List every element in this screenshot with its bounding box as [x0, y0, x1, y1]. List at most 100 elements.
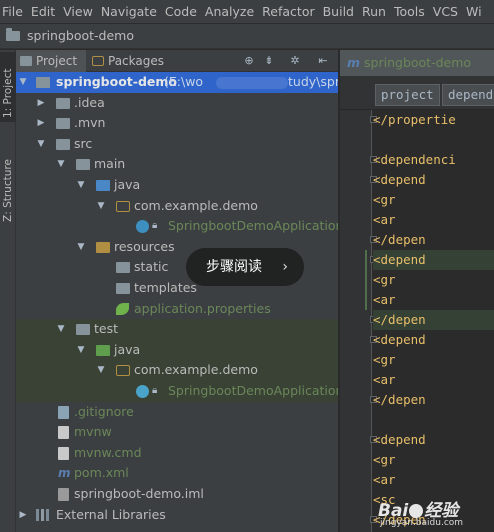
gear-icon[interactable]: ✲	[288, 54, 302, 68]
chevron-right-icon: ›	[282, 259, 288, 275]
chevron-down-icon[interactable]: ▼	[76, 237, 86, 258]
chevron-right-icon[interactable]: ▶	[18, 505, 28, 526]
tree-item-mvn[interactable]: ▶ .mvn	[16, 113, 338, 134]
menu-refactor[interactable]: Refactor	[258, 0, 318, 23]
source-folder-icon	[96, 180, 110, 191]
collapse-all-icon[interactable]: ⇟	[262, 54, 276, 68]
tree-item-label: application.properties	[134, 300, 271, 316]
tree-item-label: src	[74, 135, 93, 151]
tree-item-application-properties[interactable]: application.properties	[16, 299, 338, 320]
menu-tools[interactable]: Tools	[390, 0, 429, 23]
tree-item-external-libraries[interactable]: ▶ External Libraries	[16, 505, 338, 526]
code-line: <ar	[373, 372, 396, 387]
chevron-down-icon[interactable]: ▼	[36, 134, 46, 155]
tree-item-path-tail: tudy\spr	[288, 74, 338, 89]
tab-packages[interactable]: Packages ▼	[88, 50, 172, 90]
folder-icon	[116, 283, 130, 294]
tree-item-mvnw-cmd[interactable]: mvnw.cmd	[16, 443, 338, 464]
xml-crumb-project[interactable]: project	[375, 84, 440, 106]
module-file-icon	[58, 488, 69, 501]
chevron-down-icon[interactable]: ▼	[56, 319, 66, 340]
tree-item-label: pom.xml	[74, 465, 129, 481]
tree-item-main[interactable]: ▼ main	[16, 154, 338, 175]
chevron-down-icon[interactable]: ▼	[96, 360, 106, 381]
tree-item-root[interactable]: ▼ springboot-demo (E:\wo tudy\spr	[16, 72, 338, 93]
menu-code[interactable]: Code	[161, 0, 201, 23]
menu-navigate[interactable]: Navigate	[97, 0, 161, 23]
tree-item-iml[interactable]: springboot-demo.iml	[16, 484, 338, 505]
tree-item-label: springboot-demo.iml	[74, 486, 204, 501]
package-icon	[116, 200, 130, 212]
tool-tab-project[interactable]: 1: Project	[0, 52, 16, 122]
menu-view[interactable]: View	[59, 0, 97, 23]
tree-item-path: (E:\wo	[164, 74, 204, 89]
tree-item-test[interactable]: ▼ test	[16, 319, 338, 340]
tree-item-gitignore[interactable]: .gitignore	[16, 402, 338, 423]
package-icon	[116, 365, 130, 377]
folder-icon	[116, 262, 130, 274]
tree-item-label: java	[114, 177, 141, 192]
tree-item-idea[interactable]: ▶ .idea	[16, 93, 338, 114]
code-line-highlighted: <depend	[373, 250, 494, 270]
tree-item-mvnw[interactable]: mvnw	[16, 422, 338, 443]
menu-analyze[interactable]: Analyze	[201, 0, 258, 23]
editor-tab-pom[interactable]: m springboot-demo	[340, 50, 494, 76]
chevron-right-icon[interactable]: ▶	[36, 93, 46, 114]
menu-run[interactable]: Run	[358, 0, 390, 23]
folder-icon	[76, 324, 90, 336]
editor-area: mspringboot-demo project dependen </prop…	[340, 50, 494, 532]
menu-file[interactable]: File	[0, 0, 27, 23]
tool-tab-structure[interactable]: Z: Structure	[0, 142, 16, 226]
chevron-down-icon[interactable]: ▼	[96, 196, 106, 217]
code-line: </depen	[373, 232, 426, 247]
module-folder-icon	[36, 77, 50, 88]
menu-vcs[interactable]: VCS	[429, 0, 462, 23]
tree-item-java-main[interactable]: ▼ java	[16, 175, 338, 196]
xml-crumb-dependencies[interactable]: dependen	[442, 84, 494, 106]
chevron-down-icon[interactable]: ▼	[18, 72, 28, 93]
folder-icon	[6, 28, 20, 41]
lock-icon: 🔒︎	[152, 385, 158, 396]
code-line: </propertie	[373, 112, 456, 127]
folder-icon	[76, 159, 90, 171]
file-icon	[58, 446, 69, 460]
tree-item-application-class[interactable]: 🔒︎ SpringbootDemoApplication	[16, 216, 338, 237]
code-line: <depend	[373, 172, 426, 187]
menu-build[interactable]: Build	[319, 0, 358, 23]
chevron-down-icon[interactable]: ▼	[56, 154, 66, 175]
tree-item-java-test[interactable]: ▼ java	[16, 339, 338, 361]
file-icon	[58, 426, 69, 440]
tree-item-label: static	[134, 259, 169, 275]
project-panel: Project Packages ▼ ⊕ ⇟ ✲ ⇤ ▼ springboot-…	[16, 50, 338, 532]
baidu-watermark: Bai 经验 jingyan.baidu.com	[378, 496, 490, 530]
chevron-down-icon[interactable]: ▼	[76, 340, 86, 361]
tree-item-src[interactable]: ▼ src	[16, 134, 338, 155]
maven-icon: m	[58, 466, 71, 481]
tree-item-package-main[interactable]: ▼ com.example.demo	[16, 196, 338, 217]
menu-edit[interactable]: Edit	[27, 0, 59, 23]
breadcrumb-project[interactable]: springboot-demo	[27, 28, 134, 43]
chevron-down-icon[interactable]: ▼	[76, 175, 86, 196]
tree-item-label: .gitignore	[74, 403, 134, 419]
editor-tab-label: springboot-demo	[364, 55, 472, 70]
xml-breadcrumbs: project dependen	[340, 76, 494, 110]
navigation-bar: springboot-demo	[0, 24, 494, 49]
menu-window[interactable]: Wi	[462, 0, 486, 23]
tree-item-pom[interactable]: m pom.xml	[16, 463, 338, 484]
project-icon	[20, 56, 32, 66]
hide-panel-icon[interactable]: ⇤	[316, 54, 330, 68]
editor-tabs: m springboot-demo	[340, 50, 494, 76]
watermark-url: jingyan.baidu.com	[380, 518, 464, 528]
code-view[interactable]: </propertie <dependenci <depend <gr <ar …	[373, 110, 494, 532]
locate-icon[interactable]: ⊕	[242, 54, 256, 68]
step-reading-button[interactable]: 步骤阅读 ›	[186, 248, 304, 286]
tab-project[interactable]: Project	[16, 50, 86, 72]
code-line: <ar	[373, 472, 396, 487]
tree-item-package-test[interactable]: ▼ com.example.demo	[16, 360, 338, 381]
code-line: </depen	[373, 392, 426, 407]
tree-item-label: springboot-demo	[56, 74, 178, 89]
tree-item-test-class[interactable]: 🔒︎ SpringbootDemoApplicationT	[16, 381, 338, 402]
chevron-right-icon[interactable]: ▶	[36, 113, 46, 134]
